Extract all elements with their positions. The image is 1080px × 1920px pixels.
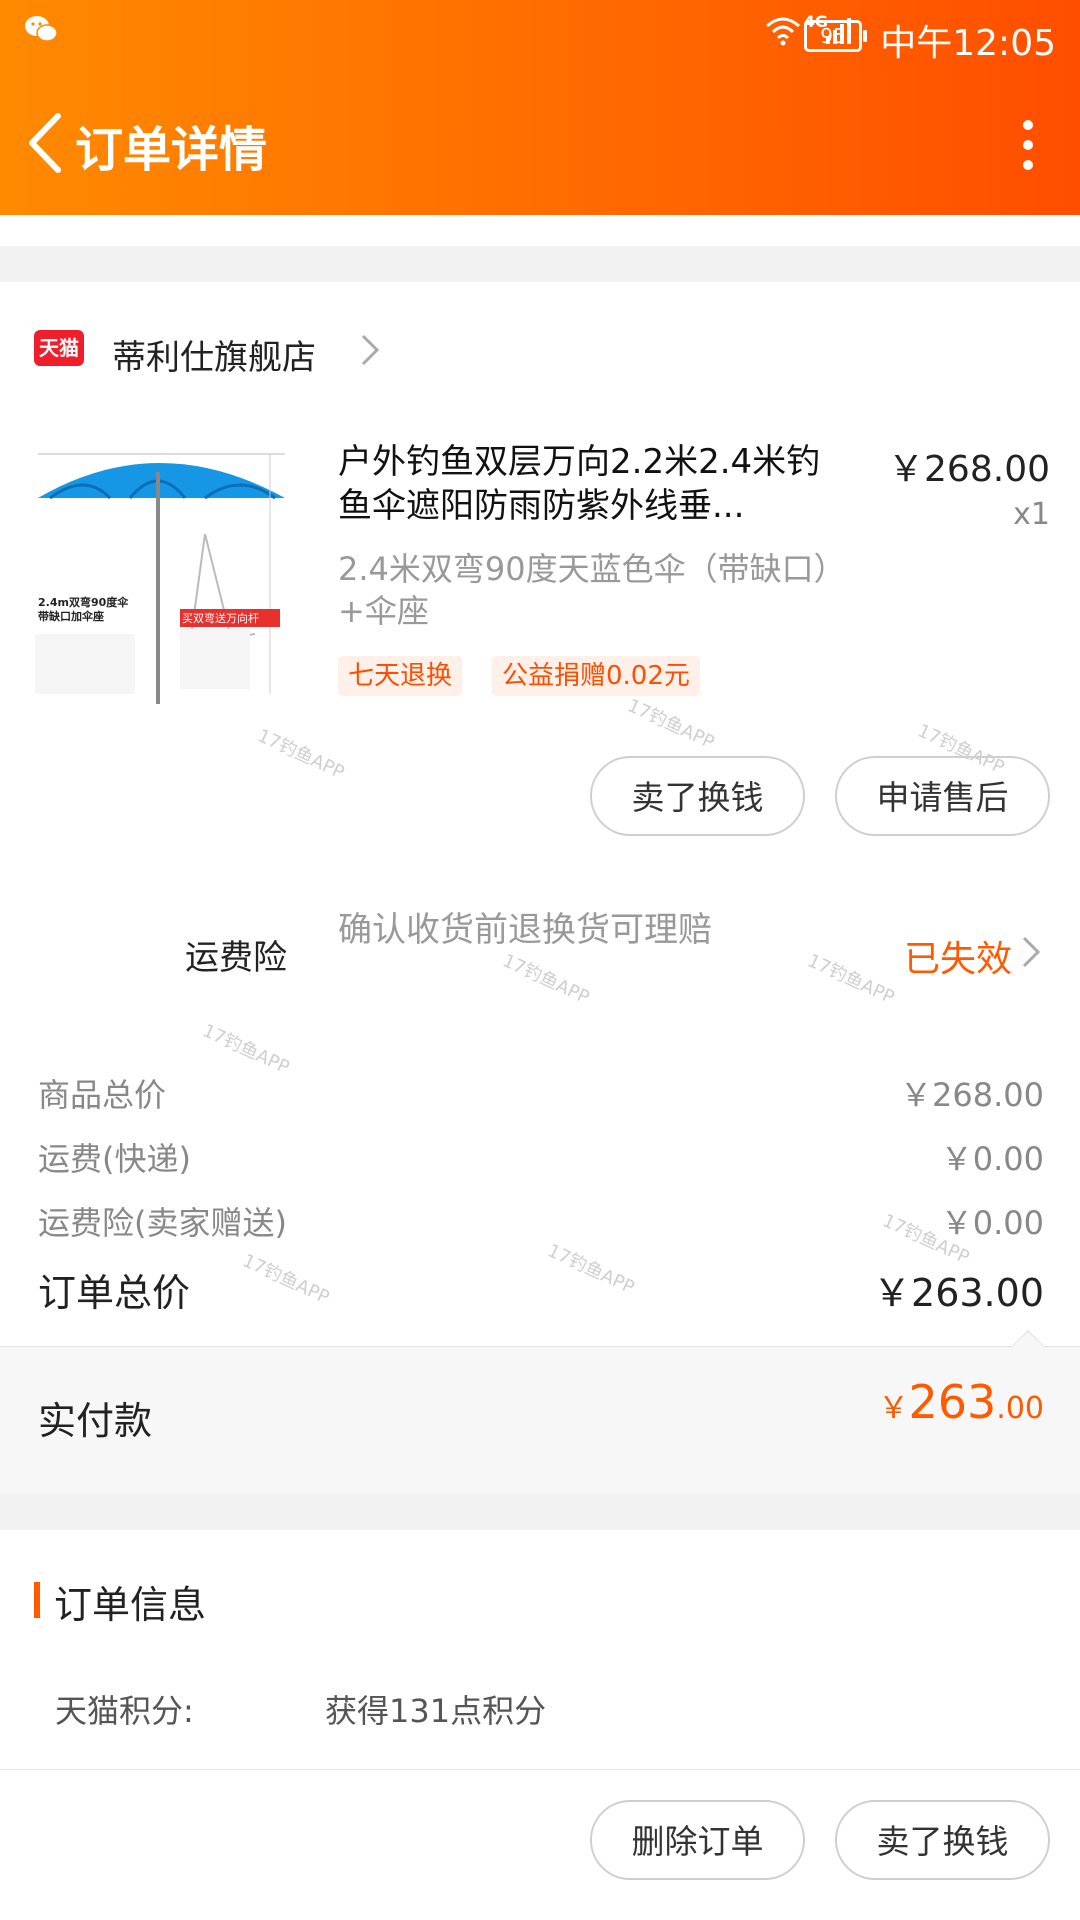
sell-button[interactable]: 卖了换钱 — [590, 756, 805, 836]
paid-decimal: .00 — [996, 1391, 1044, 1426]
section-accent-bar — [34, 1582, 40, 1618]
section-gap — [0, 246, 1080, 282]
watermark: 17钓鱼APP — [199, 1020, 293, 1079]
insurance-label: 运费险 — [185, 938, 287, 978]
wechat-icon — [25, 16, 58, 42]
points-label: 天猫积分: — [55, 1692, 194, 1730]
shipping-insurance-label: 运费险(卖家赠送) — [38, 1204, 287, 1242]
subtotal-label: 商品总价 — [38, 1076, 167, 1114]
more-vertical-icon[interactable] — [1016, 115, 1040, 175]
header-bar: 4G 95 中午12:05 订单详情 — [0, 0, 1080, 215]
product-image-caption: 2.4m双弯90度伞带缺口加伞座 — [38, 596, 129, 623]
shop-name[interactable]: 蒂利仕旗舰店 — [112, 330, 316, 379]
page-title: 订单详情 — [75, 122, 268, 178]
watermark: 17钓鱼APP — [239, 1250, 333, 1309]
order-info-title: 订单信息 — [54, 1583, 207, 1627]
shipping-label: 运费(快递) — [38, 1140, 191, 1178]
watermark: 17钓鱼APP — [804, 950, 898, 1009]
status-time: 中午12:05 — [880, 23, 1056, 64]
watermark: 17钓鱼APP — [254, 725, 348, 784]
subtotal-value: ￥268.00 — [900, 1076, 1044, 1114]
delete-order-button[interactable]: 删除订单 — [590, 1800, 805, 1880]
paid-label: 实付款 — [38, 1399, 153, 1443]
insurance-status[interactable]: 已失效 — [904, 930, 1012, 982]
chevron-left-icon[interactable] — [18, 108, 78, 178]
watermark: 17钓鱼APP — [499, 950, 593, 1009]
product-quantity: x1 — [1013, 497, 1050, 532]
order-total-value: ￥263.00 — [873, 1271, 1044, 1315]
order-total-label: 订单总价 — [38, 1271, 191, 1315]
section-gap — [0, 1494, 1080, 1530]
notch-decoration-inner — [1011, 1332, 1045, 1348]
chevron-right-icon[interactable] — [358, 332, 382, 368]
sell-for-cash-button[interactable]: 卖了换钱 — [835, 1800, 1050, 1880]
shipping-value: ￥0.00 — [940, 1140, 1044, 1178]
paid-currency: ￥ — [878, 1391, 909, 1426]
battery-icon: 95 — [804, 20, 867, 52]
paid-main: 263 — [908, 1375, 997, 1429]
chevron-right-icon[interactable] — [1020, 935, 1042, 969]
points-value: 获得131点积分 — [325, 1692, 547, 1730]
tag-seven-day-return: 七天退换 — [338, 656, 463, 696]
wifi-icon — [766, 17, 800, 46]
product-image-badge: 买双弯送万向杆 — [182, 612, 259, 625]
product-price: ￥268.00 — [888, 449, 1050, 490]
product-image[interactable]: 2.4m双弯90度伞带缺口加伞座 买双弯送万向杆 — [30, 434, 295, 709]
watermark: 17钓鱼APP — [624, 695, 718, 754]
watermark: 17钓鱼APP — [544, 1240, 638, 1299]
insurance-description: 确认收货前退换货可理赔 — [338, 910, 712, 950]
product-spec: 2.4米双弯90度天蓝色伞（带缺口）+伞座 — [338, 550, 830, 630]
tmall-logo: 天猫 — [34, 330, 84, 366]
divider — [0, 1769, 1080, 1770]
paid-amount: ￥263.00 — [878, 1375, 1044, 1429]
tag-charity: 公益捐赠0.02元 — [492, 656, 700, 696]
after-sales-button[interactable]: 申请售后 — [835, 756, 1050, 836]
product-title[interactable]: 户外钓鱼双层万向2.2米2.4米钓鱼伞遮阳防雨防紫外线垂... — [338, 440, 838, 528]
